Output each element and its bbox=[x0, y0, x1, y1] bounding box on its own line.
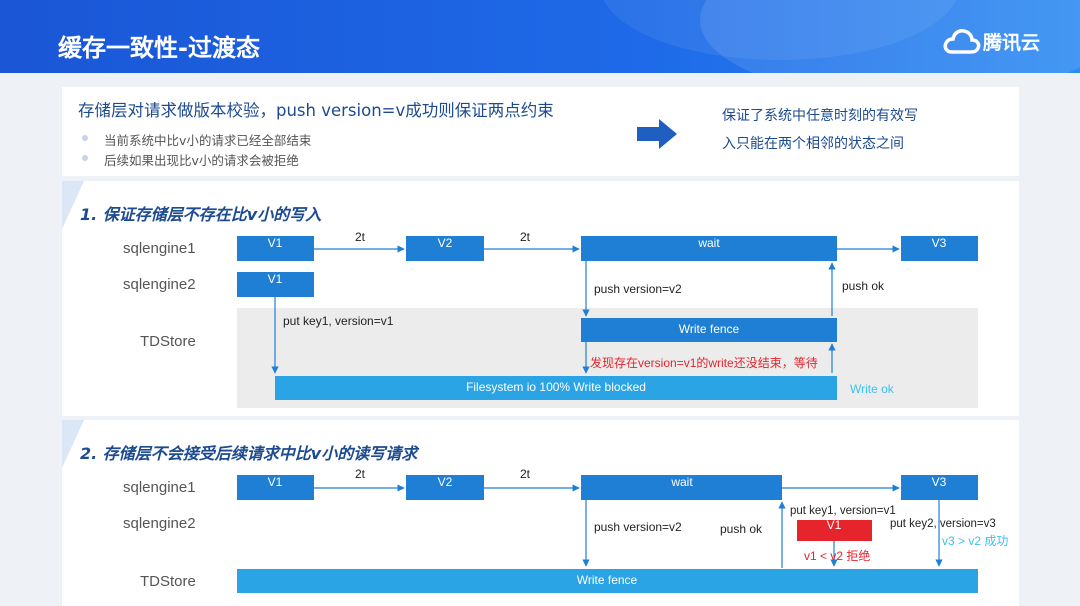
box-label: V1 bbox=[268, 236, 283, 250]
push-ok-label: push ok bbox=[842, 279, 885, 293]
row-label: sqlengine1 bbox=[123, 240, 196, 257]
put-label: put key1, version=v1 bbox=[283, 314, 394, 328]
box-label: V2 bbox=[438, 236, 453, 250]
push-label: push version=v2 bbox=[594, 520, 682, 534]
row-label: TDStore bbox=[140, 333, 196, 350]
put-label: put key2, version=v3 bbox=[890, 518, 996, 530]
push-ok-label: push ok bbox=[720, 522, 763, 536]
row-label: sqlengine2 bbox=[123, 515, 196, 532]
row-label: sqlengine2 bbox=[123, 276, 196, 293]
interval-label: 2t bbox=[520, 230, 531, 244]
box-label: V1 bbox=[268, 475, 283, 489]
box-label: V3 bbox=[932, 475, 947, 489]
reject-label: v1 < v2 拒绝 bbox=[804, 548, 870, 563]
push-label: push version=v2 bbox=[594, 282, 682, 296]
box-label: V3 bbox=[932, 236, 947, 250]
interval-label: 2t bbox=[355, 467, 366, 481]
box-label: Write fence bbox=[679, 322, 740, 336]
put-label: put key1, version=v1 bbox=[790, 505, 896, 517]
warning-label: 发现存在version=v1的write还没结束，等待 bbox=[590, 355, 818, 370]
interval-label: 2t bbox=[355, 230, 366, 244]
box-label: Filesystem io 100% Write blocked bbox=[466, 380, 646, 394]
box-label: V2 bbox=[438, 475, 453, 489]
box-label: Write fence bbox=[577, 573, 638, 587]
interval-label: 2t bbox=[520, 467, 531, 481]
box-label: V1 bbox=[268, 272, 283, 286]
row-label: TDStore bbox=[140, 573, 196, 590]
timeline-diagrams: sqlengine1 sqlengine2 TDStore V1 V2 wait… bbox=[123, 230, 1008, 593]
box-label: V1 bbox=[827, 518, 842, 532]
box-label: wait bbox=[670, 475, 693, 489]
success-label: v3 > v2 成功 bbox=[942, 534, 1008, 548]
write-ok-label: Write ok bbox=[850, 382, 895, 396]
box-label: wait bbox=[697, 236, 720, 250]
row-label: sqlengine1 bbox=[123, 479, 196, 496]
